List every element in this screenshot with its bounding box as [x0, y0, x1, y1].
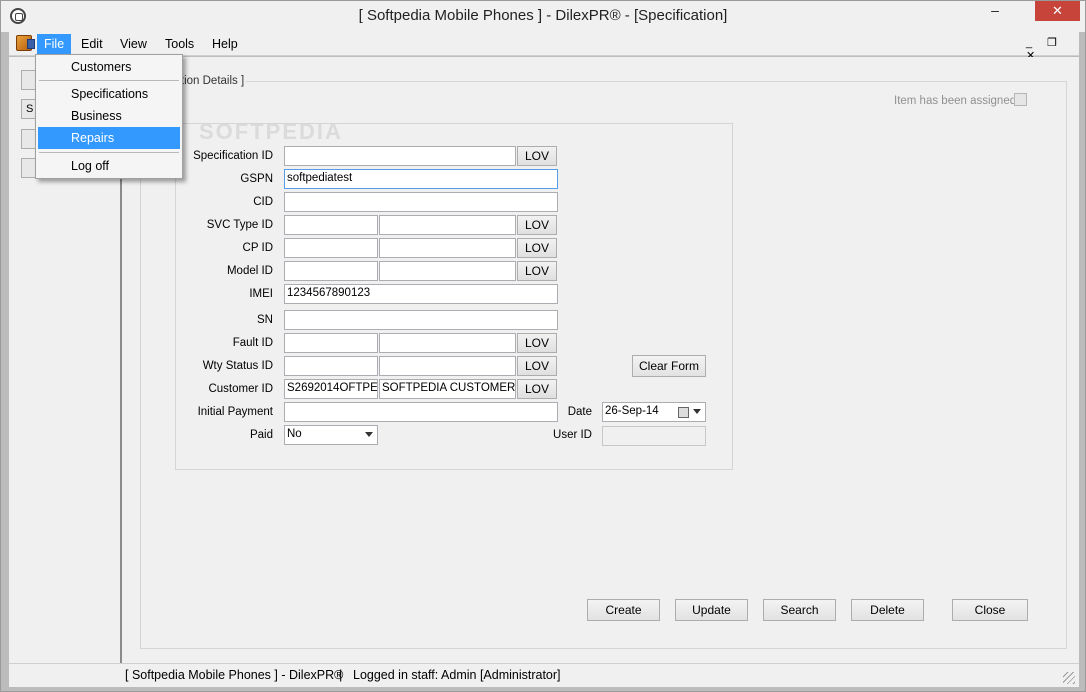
date-label: Date: [567, 406, 592, 418]
menu-help[interactable]: Help: [205, 34, 245, 54]
paid-select[interactable]: No: [284, 425, 378, 445]
menu-separator: [39, 152, 179, 153]
cp-id-input[interactable]: [284, 238, 378, 258]
model-id-label: Model ID: [226, 265, 273, 277]
svc-type-id-input[interactable]: [284, 215, 378, 235]
clear-form-button[interactable]: Clear Form: [632, 355, 706, 377]
item-assigned-checkbox[interactable]: [1014, 93, 1027, 106]
chevron-down-icon[interactable]: [365, 432, 373, 437]
app-window: [ Softpedia Mobile Phones ] - DilexPR® -…: [0, 0, 1086, 692]
spec-id-lov-button[interactable]: LOV: [517, 146, 557, 166]
fault-id-label: Fault ID: [232, 337, 273, 349]
minimize-button[interactable]: –: [981, 1, 1009, 23]
imei-input[interactable]: 1234567890123: [284, 284, 558, 304]
cid-label: CID: [253, 196, 273, 208]
calendar-icon[interactable]: [678, 407, 689, 418]
menu-bar: File Edit View Tools Help _ ❐ ✕: [9, 32, 1079, 62]
gspn-input[interactable]: softpediatest: [284, 169, 558, 189]
fault-id-input[interactable]: [284, 333, 378, 353]
sn-label: SN: [257, 314, 273, 326]
item-assigned-label: Item has been assigned: [894, 95, 1017, 107]
svc-type-lov-button[interactable]: LOV: [517, 215, 557, 235]
wty-status-id-input[interactable]: [284, 356, 378, 376]
window-title: [ Softpedia Mobile Phones ] - DilexPR® -…: [358, 7, 728, 24]
menu-item-business[interactable]: Business: [38, 105, 180, 127]
date-picker[interactable]: 26-Sep-14: [602, 402, 706, 422]
create-button[interactable]: Create: [587, 599, 660, 621]
imei-label: IMEI: [249, 288, 273, 300]
close-button[interactable]: Close: [952, 599, 1028, 621]
menu-item-log-off[interactable]: Log off: [38, 155, 180, 177]
menu-file[interactable]: File: [37, 34, 72, 54]
cp-id-lov-button[interactable]: LOV: [517, 238, 557, 258]
spec-id-input[interactable]: [284, 146, 516, 166]
wty-status-label: Wty Status ID: [202, 360, 273, 372]
cid-input[interactable]: [284, 192, 558, 212]
date-value: 26-Sep-14: [605, 405, 659, 417]
user-id-label: User ID: [553, 429, 592, 441]
status-logged-in-staff: Logged in staff: Admin [Administrator]: [353, 668, 561, 682]
menu-item-specifications[interactable]: Specifications: [38, 83, 180, 105]
cp-desc-input[interactable]: [379, 238, 516, 258]
initial-payment-label: Initial Payment: [197, 406, 273, 418]
fault-id-lov-button[interactable]: LOV: [517, 333, 557, 353]
file-menu-dropdown: Customers Specifications Business Repair…: [35, 54, 183, 179]
title-bar: [ Softpedia Mobile Phones ] - DilexPR® -…: [1, 1, 1085, 32]
user-id-input: [602, 426, 706, 446]
chevron-down-icon[interactable]: [693, 409, 701, 414]
search-button[interactable]: Search: [763, 599, 836, 621]
model-desc-input[interactable]: [379, 261, 516, 281]
fault-desc-input[interactable]: [379, 333, 516, 353]
menu-edit[interactable]: Edit: [74, 34, 110, 54]
model-id-input[interactable]: [284, 261, 378, 281]
menu-item-repairs[interactable]: Repairs: [38, 127, 180, 149]
wty-status-lov-button[interactable]: LOV: [517, 356, 557, 376]
svc-type-desc-input[interactable]: [379, 215, 516, 235]
paid-label: Paid: [249, 429, 273, 441]
customer-id-input[interactable]: S2692014OFTPE4: [284, 379, 378, 399]
resize-grip-icon[interactable]: [1063, 672, 1075, 684]
customer-name-input[interactable]: SOFTPEDIA CUSTOMER: [379, 379, 516, 399]
menu-tools[interactable]: Tools: [158, 34, 201, 54]
menu-item-customers[interactable]: Customers: [38, 56, 180, 78]
cp-id-label: CP ID: [242, 242, 273, 254]
paid-value: No: [287, 428, 302, 440]
customer-id-label: Customer ID: [208, 383, 273, 395]
update-button[interactable]: Update: [675, 599, 748, 621]
document-icon[interactable]: [16, 35, 35, 51]
sn-input[interactable]: [284, 310, 558, 330]
status-separator: |: [339, 667, 343, 682]
model-id-lov-button[interactable]: LOV: [517, 261, 557, 281]
svc-type-label: SVC Type ID: [206, 219, 273, 231]
close-window-button[interactable]: ✕: [1035, 1, 1080, 21]
wty-status-desc-input[interactable]: [379, 356, 516, 376]
status-bar: [ Softpedia Mobile Phones ] - DilexPR® |…: [9, 663, 1079, 687]
status-app-name: [ Softpedia Mobile Phones ] - DilexPR®: [125, 668, 344, 682]
menu-view[interactable]: View: [113, 34, 154, 54]
delete-button[interactable]: Delete: [851, 599, 924, 621]
menu-separator: [39, 80, 179, 81]
customer-id-lov-button[interactable]: LOV: [517, 379, 557, 399]
